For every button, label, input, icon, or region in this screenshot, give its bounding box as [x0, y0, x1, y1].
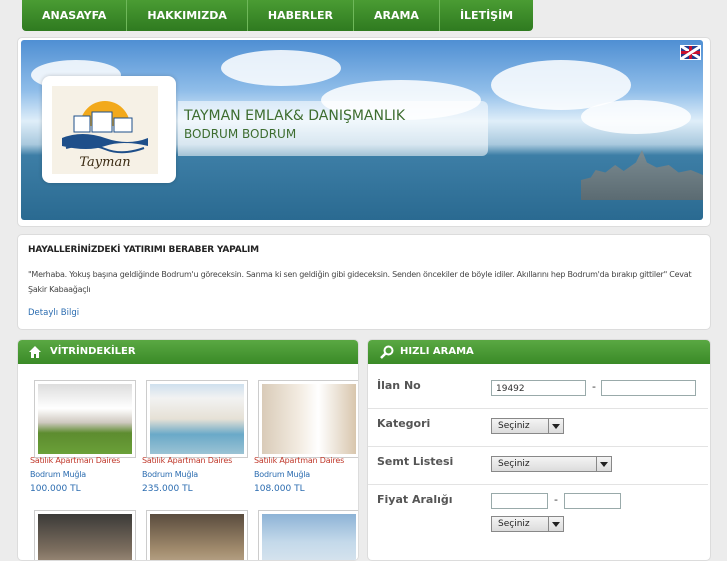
showcase-panel: VİTRİNDEKİLER Satılık Apartman Daires Bo… — [17, 339, 359, 561]
semt-select-value: Seçiniz — [498, 459, 530, 469]
city-skyline — [581, 150, 703, 200]
listing-photo[interactable] — [146, 380, 248, 458]
home-icon — [29, 346, 41, 358]
listing-photo[interactable] — [34, 510, 136, 560]
search-icon — [380, 345, 394, 359]
listing-title[interactable]: Satılık Apartman Daires — [254, 456, 344, 465]
fiyat-row: Fiyat Aralığı - Seçiniz — [368, 484, 708, 544]
quick-search-panel: HIZLI ARAMA İlan No 19492 - Kategori Seç… — [367, 339, 711, 561]
listing-photo[interactable] — [258, 510, 358, 560]
logo[interactable]: Tayman — [42, 76, 176, 183]
welcome-box: HAYALLERİNİZDEKİ YATIRIMI BERABER YAPALI… — [17, 234, 711, 330]
quick-search-header: HIZLI ARAMA — [368, 340, 710, 364]
semt-select[interactable]: Seçiniz — [491, 456, 612, 472]
ilan-no-to-input[interactable] — [601, 380, 696, 396]
listing-title[interactable]: Satılık Apartman Daires — [142, 456, 232, 465]
nav-item-arama[interactable]: ARAMA — [354, 0, 440, 31]
chevron-down-icon — [596, 457, 611, 471]
uk-flag-icon[interactable] — [680, 45, 701, 60]
listing-price: 100.000 TL — [30, 484, 81, 494]
company-name: TAYMAN EMLAK& DANIŞMANLIK — [184, 108, 406, 124]
fiyat-min-input[interactable] — [491, 493, 548, 509]
kategori-select-value: Seçiniz — [498, 421, 530, 431]
cloud-shape — [581, 100, 691, 134]
logo-image: Tayman — [52, 86, 158, 174]
nav-item-hakkimizda[interactable]: HAKKIMIZDA — [127, 0, 248, 31]
nav-item-iletisim[interactable]: İLETİŞİM — [440, 0, 533, 31]
chevron-down-icon — [548, 419, 563, 433]
kategori-row: Kategori Seçiniz — [368, 408, 708, 447]
cloud-shape — [221, 50, 341, 86]
ilan-no-from-input[interactable]: 19492 — [491, 380, 586, 396]
listing-photo[interactable] — [146, 510, 248, 560]
ilan-no-row: İlan No 19492 - — [368, 370, 708, 409]
showcase-header: VİTRİNDEKİLER — [18, 340, 358, 364]
kategori-label: Kategori — [377, 417, 431, 430]
ilan-no-label: İlan No — [377, 379, 421, 392]
logo-graphic: Tayman — [62, 101, 148, 170]
fiyat-label: Fiyat Aralığı — [377, 493, 453, 506]
welcome-title: HAYALLERİNİZDEKİ YATIRIMI BERABER YAPALI… — [28, 245, 259, 255]
fiyat-max-input[interactable] — [564, 493, 621, 509]
nav-item-anasayfa[interactable]: ANASAYFA — [22, 0, 128, 31]
details-link[interactable]: Detaylı Bilgi — [28, 308, 79, 318]
listing-price: 108.000 TL — [254, 484, 305, 494]
chevron-down-icon — [548, 517, 563, 531]
listing-price: 235.000 TL — [142, 484, 193, 494]
main-nav: ANASAYFA HAKKIMIZDA HABERLER ARAMA İLETİ… — [22, 0, 534, 31]
listing-title[interactable]: Satılık Apartman Daires — [30, 456, 120, 465]
range-separator: - — [554, 493, 558, 506]
listing-location: Bodrum Muğla — [30, 470, 86, 479]
range-separator: - — [592, 380, 596, 393]
kategori-select[interactable]: Seçiniz — [491, 418, 564, 434]
currency-select[interactable]: Seçiniz — [491, 516, 564, 532]
listing-photo[interactable] — [258, 380, 358, 458]
showcase-title: VİTRİNDEKİLER — [50, 346, 136, 357]
semt-row: Semt Listesi Seçiniz — [368, 446, 708, 485]
company-location: BODRUM BODRUM — [184, 127, 297, 141]
currency-select-value: Seçiniz — [498, 519, 530, 529]
listing-location: Bodrum Muğla — [142, 470, 198, 479]
listing-location: Bodrum Muğla — [254, 470, 310, 479]
welcome-text: "Merhaba. Yokuş başına geldiğinde Bodrum… — [28, 270, 692, 294]
quick-search-title: HIZLI ARAMA — [400, 346, 474, 357]
semt-label: Semt Listesi — [377, 455, 454, 468]
listing-photo[interactable] — [34, 380, 136, 458]
svg-text:Tayman: Tayman — [79, 155, 130, 170]
nav-item-haberler[interactable]: HABERLER — [248, 0, 354, 31]
